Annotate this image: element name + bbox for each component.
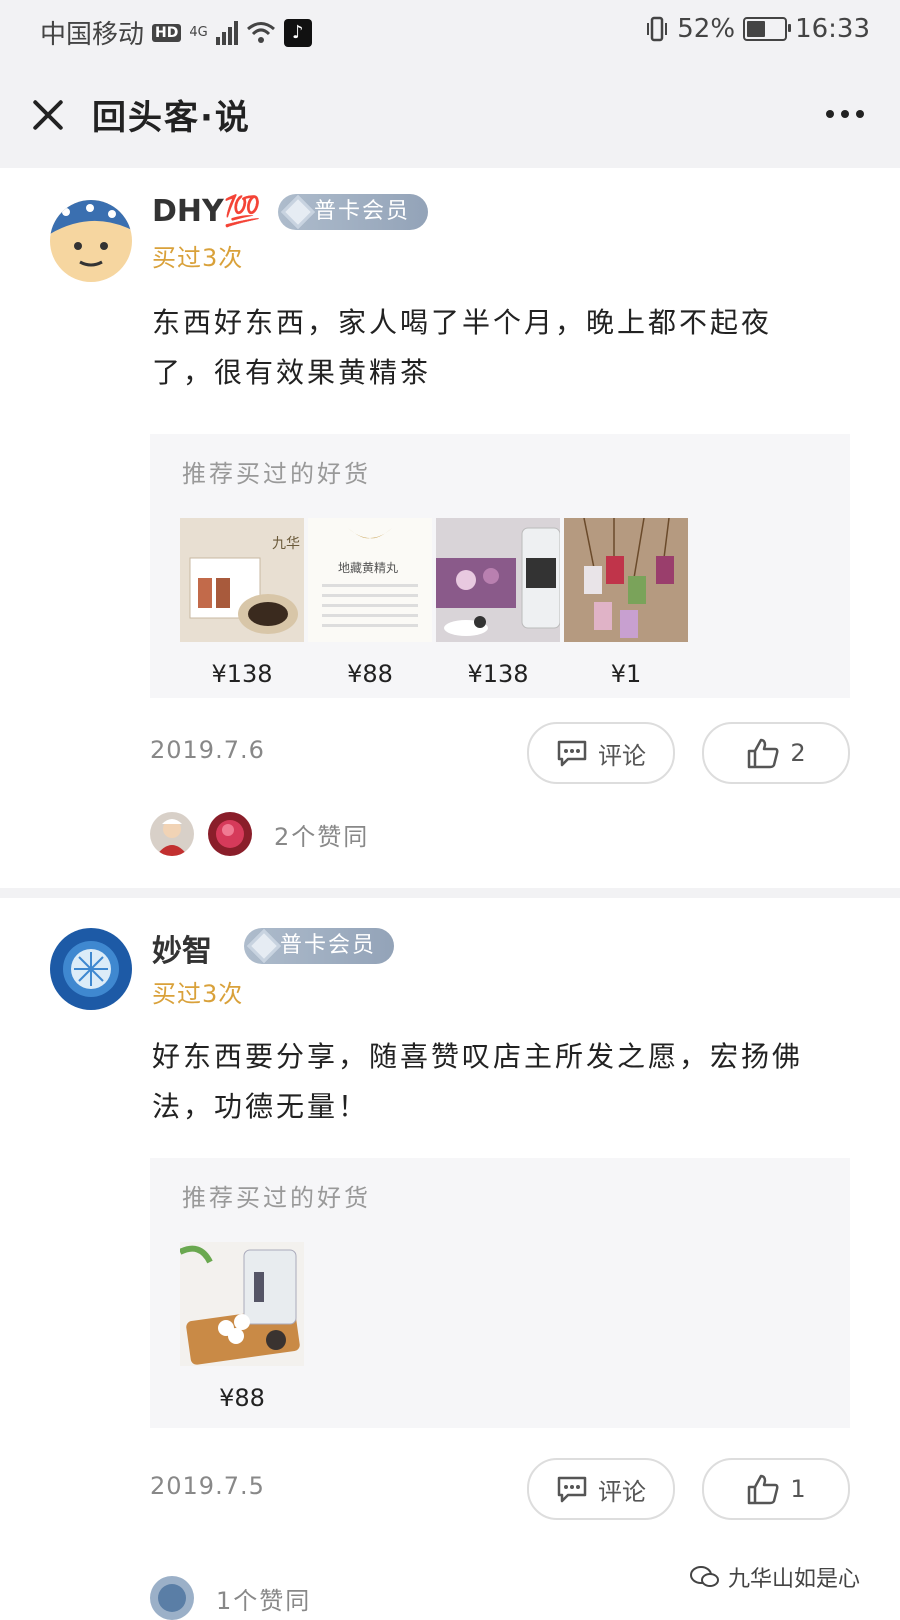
comment-label: 评论 xyxy=(598,741,646,770)
product-price: ¥88 xyxy=(347,660,393,688)
likers-row: 1个赞同 xyxy=(150,1576,311,1620)
likes-summary: 2个赞同 xyxy=(274,822,370,851)
avatar[interactable] xyxy=(50,200,132,282)
svg-text:九华: 九华 xyxy=(272,536,300,552)
comment-button[interactable]: 评论 xyxy=(527,1458,675,1520)
clock: 16:33 xyxy=(795,14,870,44)
review-divider xyxy=(0,888,900,898)
review-card: DHY💯 普卡会员 买过3次 东西好东西，家人喝了半个月，晚上都不起夜了，很有效… xyxy=(0,168,900,888)
likers-row: 2个赞同 xyxy=(150,812,369,856)
product-image[interactable] xyxy=(178,1242,304,1366)
tiktok-icon: ♪ xyxy=(283,18,312,47)
comment-icon xyxy=(557,1476,587,1503)
thumbs-up-icon xyxy=(748,1474,779,1505)
product-price: ¥138 xyxy=(467,660,529,688)
carrier-label: 中国移动 xyxy=(40,20,145,50)
like-count: 1 xyxy=(790,1475,806,1503)
purchase-count: 买过3次 xyxy=(152,980,244,1008)
product-card[interactable]: 九华 ¥138 xyxy=(180,518,304,688)
product-image[interactable]: 九华 xyxy=(180,518,304,642)
recommended-title: 推荐买过的好货 xyxy=(182,1184,371,1212)
member-badge: 普卡会员 xyxy=(278,194,429,230)
wechat-icon xyxy=(689,1566,719,1587)
comment-icon xyxy=(557,740,587,767)
recommended-title: 推荐买过的好货 xyxy=(182,460,371,488)
liker-avatar[interactable] xyxy=(150,812,194,856)
review-date: 2019.7.5 xyxy=(150,1472,265,1500)
product-image[interactable] xyxy=(436,518,561,642)
username: DHY💯 xyxy=(152,194,262,229)
network-type: 4G xyxy=(189,25,208,40)
review-text: 东西好东西，家人喝了半个月，晚上都不起夜了，很有效果黄精茶 xyxy=(152,306,773,389)
like-button[interactable]: 2 xyxy=(702,722,850,784)
status-bar: 中国移动 HD 4G ♪ 52% 16:33 xyxy=(0,0,900,62)
diamond-icon xyxy=(281,195,315,229)
thumbs-up-icon xyxy=(748,738,779,769)
title-bar: 回头客·说 xyxy=(0,62,900,168)
product-image[interactable]: 地藏黄精丸 xyxy=(308,518,432,642)
purchase-count: 买过3次 xyxy=(152,244,244,272)
comment-button[interactable]: 评论 xyxy=(527,722,675,784)
svg-text:地藏黄精丸: 地藏黄精丸 xyxy=(338,561,398,575)
product-price: ¥88 xyxy=(219,1384,265,1412)
product-price: ¥138 xyxy=(211,660,273,688)
diamond-icon xyxy=(247,929,281,963)
member-badge: 普卡会员 xyxy=(244,928,395,964)
likes-summary: 1个赞同 xyxy=(216,1586,312,1615)
signal-icon xyxy=(215,20,238,45)
avatar[interactable] xyxy=(50,928,132,1010)
recommended-products: 推荐买过的好货 ¥88 xyxy=(150,1158,850,1428)
vibrate-icon xyxy=(647,16,668,42)
product-card[interactable]: 地藏黄精丸 ¥88 xyxy=(308,518,432,688)
review-text: 好东西要分享，随喜赞叹店主所发之愿，宏扬佛法，功德无量！ xyxy=(152,1040,804,1123)
liker-avatar[interactable] xyxy=(150,1576,194,1620)
product-card[interactable]: ¥88 xyxy=(178,1242,304,1412)
page-title: 回头客·说 xyxy=(92,98,251,138)
product-card[interactable]: ¥1 xyxy=(564,517,688,688)
username: 妙智 xyxy=(152,934,212,969)
battery-icon xyxy=(743,17,792,41)
recommended-products: 推荐买过的好货 九华 ¥138 地藏黄精丸 ¥88 ¥138 ¥1 xyxy=(150,434,850,698)
liker-avatar[interactable] xyxy=(208,812,252,856)
comment-label: 评论 xyxy=(598,1477,646,1506)
review-card: 妙智 普卡会员 买过3次 好东西要分享，随喜赞叹店主所发之愿，宏扬佛法，功德无量… xyxy=(0,898,900,1620)
like-button[interactable]: 1 xyxy=(702,1458,850,1520)
watermark: 九华山如是心 xyxy=(689,1561,860,1593)
product-card[interactable]: ¥138 xyxy=(436,518,561,688)
product-price: ¥1 xyxy=(610,660,642,688)
battery-percent: 52% xyxy=(677,14,736,44)
like-count: 2 xyxy=(790,739,806,767)
more-options-icon[interactable] xyxy=(826,110,864,118)
review-date: 2019.7.6 xyxy=(150,736,265,764)
product-image[interactable] xyxy=(564,517,688,642)
hd-icon: HD xyxy=(152,23,182,42)
wifi-icon xyxy=(246,21,275,43)
close-icon[interactable] xyxy=(28,95,68,135)
